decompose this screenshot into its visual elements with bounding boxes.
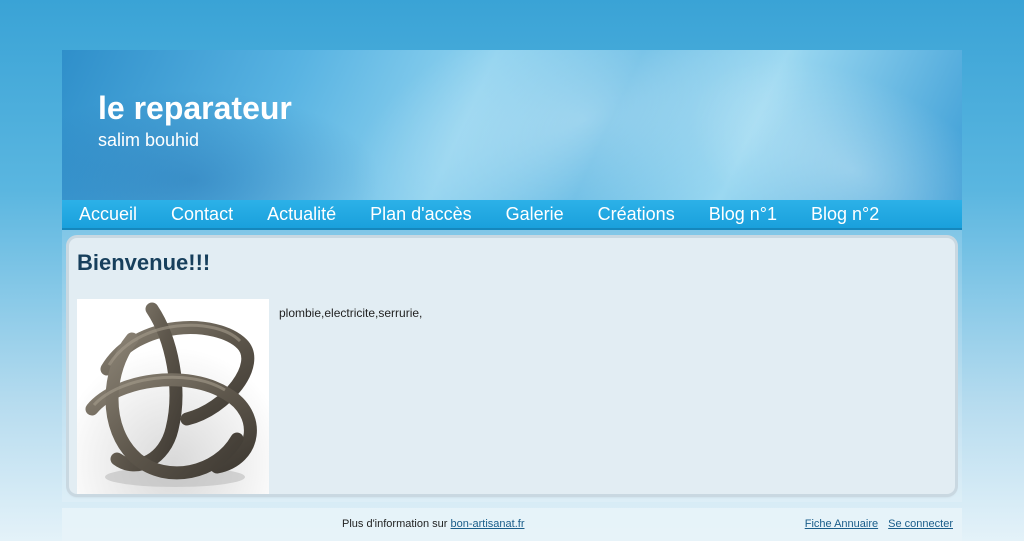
footer-info-text: Plus d'information sur — [342, 518, 448, 530]
nav-item-plan-acces[interactable]: Plan d'accès — [370, 204, 472, 225]
nav-item-actualite[interactable]: Actualité — [267, 204, 336, 225]
nav-item-blog-2[interactable]: Blog n°2 — [811, 204, 879, 225]
nav-item-contact[interactable]: Contact — [171, 204, 233, 225]
fiche-annuaire-link[interactable]: Fiche Annuaire — [805, 518, 878, 530]
nav-item-accueil[interactable]: Accueil — [79, 204, 137, 225]
footer-links: Fiche Annuaire Se connecter — [798, 518, 953, 530]
footer-info-link[interactable]: bon-artisanat.fr — [451, 518, 525, 530]
page-title: Bienvenue!!! — [77, 250, 211, 275]
site-title[interactable]: le reparateur — [98, 90, 292, 127]
sculpture-graphic — [77, 299, 269, 494]
site-container: le reparateur salim bouhid Accueil Conta… — [62, 50, 962, 502]
site-header: le reparateur salim bouhid — [62, 50, 962, 200]
content-panel: Bienvenue!!! plombie,electricite,serruri… — [69, 238, 955, 494]
service-description: plombie,electricite,serrurie, — [279, 306, 423, 320]
content-wrapper: Bienvenue!!! plombie,electricite,serruri… — [62, 230, 962, 502]
login-link[interactable]: Se connecter — [888, 518, 953, 530]
site-footer: Plus d'information sur bon-artisanat.fr … — [62, 508, 962, 541]
nav-item-blog-1[interactable]: Blog n°1 — [709, 204, 777, 225]
sculpture-image — [77, 299, 269, 494]
footer-info: Plus d'information sur bon-artisanat.fr — [342, 518, 524, 530]
site-subtitle: salim bouhid — [98, 130, 200, 150]
nav-item-creations[interactable]: Créations — [598, 204, 675, 225]
main-nav: Accueil Contact Actualité Plan d'accès G… — [62, 200, 962, 230]
nav-item-galerie[interactable]: Galerie — [506, 204, 564, 225]
